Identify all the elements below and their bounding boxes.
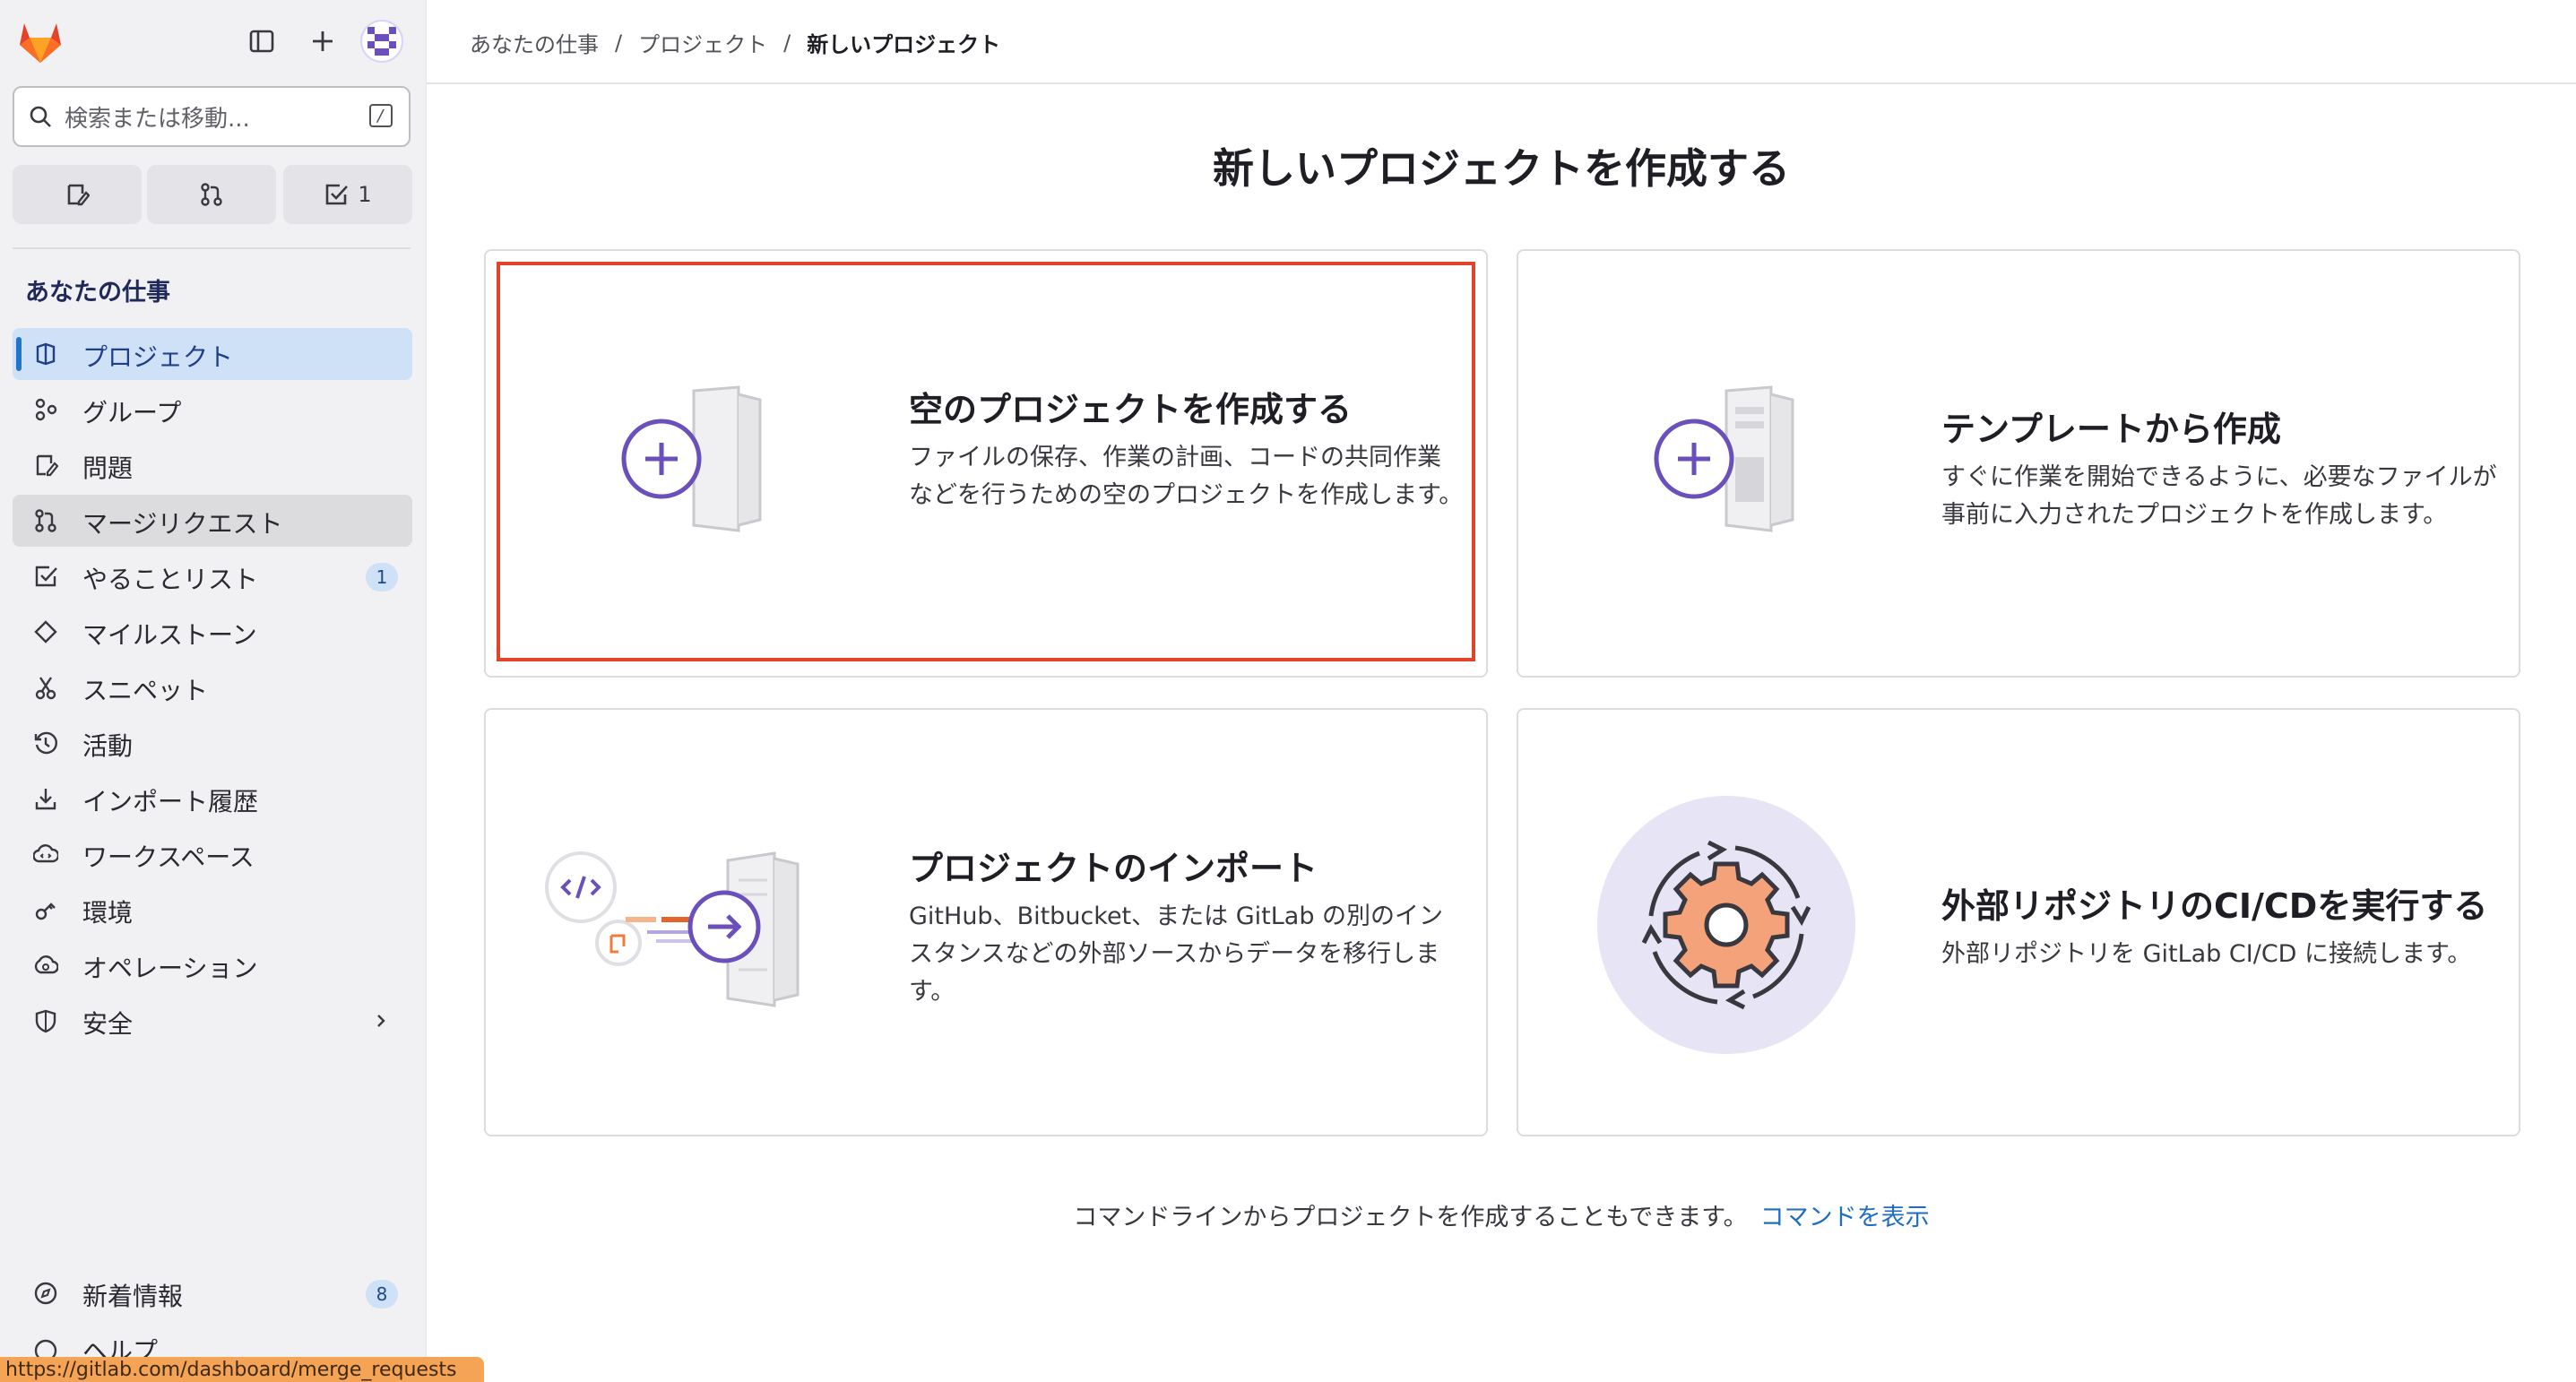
issues-quick-button[interactable] bbox=[13, 165, 142, 224]
merge-request-icon bbox=[32, 507, 59, 534]
breadcrumb: あなたの仕事 / プロジェクト / 新しいプロジェクト bbox=[470, 27, 1000, 58]
group-icon bbox=[32, 396, 59, 423]
sidebar-item-todos[interactable]: やることリスト 1 bbox=[13, 550, 412, 602]
security-icon bbox=[32, 1007, 59, 1034]
breadcrumb-separator: / bbox=[615, 30, 623, 56]
search-icon bbox=[29, 105, 52, 128]
blank-project-illustration-icon bbox=[620, 385, 782, 541]
snippet-icon bbox=[32, 674, 59, 701]
sidebar-item-activity[interactable]: 活動 bbox=[13, 717, 412, 769]
whats-new-label: 新着情報 bbox=[82, 1282, 184, 1311]
count-badge: 8 bbox=[366, 1280, 398, 1309]
todo-count: 1 bbox=[358, 182, 372, 207]
help-button[interactable]: ヘルプ bbox=[13, 1325, 412, 1360]
sidebar-item-milestones[interactable]: マイルストーン bbox=[13, 606, 412, 658]
sidebar-topbar bbox=[0, 0, 427, 82]
chevron-right-icon bbox=[367, 1007, 394, 1034]
card-title: 空のプロジェクトを作成する bbox=[909, 390, 1353, 429]
operations-icon bbox=[32, 952, 59, 979]
issues-icon bbox=[32, 452, 59, 479]
milestone-icon bbox=[32, 618, 59, 645]
sidebar-item-workspaces[interactable]: ワークスペース bbox=[13, 828, 412, 880]
blank-project-card[interactable]: 空のプロジェクトを作成する ファイルの保存、作業の計画、コードの共同作業などを行… bbox=[484, 249, 1488, 678]
card-description: ファイルの保存、作業の計画、コードの共同作業などを行うための空のプロジェクトを作… bbox=[909, 444, 1464, 509]
sidebar-item-import-history[interactable]: インポート履歴 bbox=[13, 773, 412, 825]
sidebar-item-groups[interactable]: グループ bbox=[13, 384, 412, 436]
command-line-text: コマンドラインからプロジェクトを作成することもできます。 bbox=[1073, 1204, 1748, 1231]
merge-request-icon bbox=[199, 182, 224, 207]
sidebar-item-security[interactable]: 安全 bbox=[13, 995, 412, 1047]
workspace-icon bbox=[32, 841, 59, 868]
sidebar-item-label: 環境 bbox=[82, 898, 134, 928]
template-project-illustration-icon bbox=[1653, 385, 1814, 541]
sidebar-item-label: 問題 bbox=[82, 453, 134, 483]
section-title: あなたの仕事 bbox=[25, 279, 170, 307]
cicd-gear-illustration-icon bbox=[1595, 794, 1857, 1059]
sidebar-item-label: オペレーション bbox=[82, 954, 258, 983]
whats-new-button[interactable]: 新着情報 8 bbox=[13, 1267, 412, 1319]
breadcrumb-separator: / bbox=[783, 30, 791, 56]
issues-icon bbox=[65, 182, 90, 207]
sidebar-item-label: マージリクエスト bbox=[82, 509, 283, 539]
sidebar-item-label: グループ bbox=[82, 398, 182, 428]
todos-quick-button[interactable]: 1 bbox=[283, 165, 412, 224]
breadcrumb-link[interactable]: プロジェクト bbox=[638, 27, 767, 58]
gitlab-logo-icon[interactable] bbox=[16, 18, 65, 65]
command-line-note: コマンドラインからプロジェクトを作成することもできます。 コマンドを表示 bbox=[427, 1197, 2576, 1232]
merge-requests-quick-button[interactable] bbox=[147, 165, 276, 224]
sidebar-item-environments[interactable]: 環境 bbox=[13, 884, 412, 936]
sidebar-item-label: 活動 bbox=[82, 731, 134, 761]
history-icon bbox=[32, 730, 59, 756]
sidebar-item-label: マイルストーン bbox=[82, 620, 257, 650]
project-icon bbox=[32, 341, 59, 367]
card-description: すぐに作業を開始できるように、必要なファイルが事前に入力されたプロジェクトを作成… bbox=[1941, 463, 2497, 529]
search-placeholder: 検索または移動... bbox=[65, 105, 250, 133]
sidebar-item-label: ワークスペース bbox=[82, 842, 255, 872]
import-icon bbox=[32, 785, 59, 812]
todo-icon bbox=[324, 182, 349, 207]
sidebar-item-label: スニペット bbox=[82, 676, 209, 705]
show-command-link[interactable]: コマンドを表示 bbox=[1760, 1204, 1930, 1231]
sidebar-divider bbox=[13, 247, 411, 249]
sidebar-toggle-icon[interactable] bbox=[244, 23, 280, 59]
sidebar-item-label: プロジェクト bbox=[82, 342, 234, 372]
header-divider bbox=[427, 82, 2576, 84]
link-status-bar: https://gitlab.com/dashboard/merge_reque… bbox=[0, 1357, 484, 1382]
template-project-card[interactable]: テンプレートから作成 すぐに作業を開始できるように、必要なファイルが事前に入力さ… bbox=[1517, 249, 2520, 678]
import-project-card[interactable]: プロジェクトのインポート GitHub、Bitbucket、または GitLab… bbox=[484, 708, 1488, 1136]
environment-icon bbox=[32, 896, 59, 923]
active-indicator bbox=[16, 337, 22, 371]
page-title: 新しいプロジェクトを作成する bbox=[1213, 144, 1790, 193]
sidebar-item-label: インポート履歴 bbox=[82, 787, 259, 816]
card-description: 外部リポジトリを GitLab CI/CD に接続します。 bbox=[1941, 940, 2472, 968]
compass-icon bbox=[32, 1280, 59, 1307]
todo-icon bbox=[32, 563, 59, 590]
create-new-icon[interactable] bbox=[305, 23, 341, 59]
sidebar-item-merge-requests[interactable]: マージリクエスト bbox=[13, 495, 412, 547]
card-title: プロジェクトのインポート bbox=[909, 849, 1318, 888]
user-avatar[interactable] bbox=[360, 20, 403, 63]
keyboard-shortcut-hint: / bbox=[369, 104, 393, 127]
sidebar-item-label: やることリスト bbox=[82, 565, 259, 594]
card-title: 外部リポジトリのCI/CDを実行する bbox=[1941, 886, 2488, 926]
import-project-illustration-icon bbox=[540, 844, 844, 1027]
sidebar-item-issues[interactable]: 問題 bbox=[13, 439, 412, 491]
sidebar-item-snippets[interactable]: スニペット bbox=[13, 661, 412, 713]
sidebar-item-operations[interactable]: オペレーション bbox=[13, 939, 412, 991]
breadcrumb-link[interactable]: あなたの仕事 bbox=[470, 27, 599, 58]
sidebar: 検索または移動... / 1 あなたの仕事 プロジェクト グループ 問題 マージ… bbox=[0, 0, 427, 1382]
count-badge: 1 bbox=[366, 563, 398, 592]
sidebar-item-label: 安全 bbox=[82, 1009, 134, 1039]
card-description: GitHub、Bitbucket、または GitLab の別のインスタンスなどの… bbox=[909, 903, 1444, 1006]
external-cicd-card[interactable]: 外部リポジトリのCI/CDを実行する 外部リポジトリを GitLab CI/CD… bbox=[1517, 708, 2520, 1136]
search-input[interactable]: 検索または移動... / bbox=[13, 86, 411, 147]
sidebar-item-projects[interactable]: プロジェクト bbox=[13, 328, 412, 380]
card-title: テンプレートから作成 bbox=[1941, 410, 2281, 449]
breadcrumb-current[interactable]: 新しいプロジェクト bbox=[807, 27, 1000, 58]
